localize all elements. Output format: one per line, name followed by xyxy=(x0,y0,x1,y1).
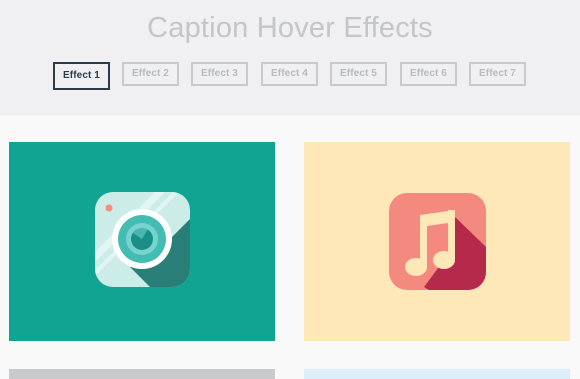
effect-tabs: Effect 1 Effect 2 Effect 3 Effect 4 Effe… xyxy=(0,62,580,90)
gallery-item-4[interactable] xyxy=(304,369,570,379)
gallery-item-music[interactable] xyxy=(304,142,570,341)
page-header: Caption Hover Effects Effect 1 Effect 2 … xyxy=(0,0,580,115)
tab-effect-5[interactable]: Effect 5 xyxy=(330,62,387,86)
tab-effect-1[interactable]: Effect 1 xyxy=(53,62,110,90)
camera-icon xyxy=(95,192,190,287)
gallery-item-3[interactable] xyxy=(9,369,275,379)
tab-effect-6[interactable]: Effect 6 xyxy=(400,62,457,86)
tab-effect-2[interactable]: Effect 2 xyxy=(122,62,179,86)
tab-effect-4[interactable]: Effect 4 xyxy=(261,62,318,86)
tab-effect-7[interactable]: Effect 7 xyxy=(469,62,526,86)
tab-effect-3[interactable]: Effect 3 xyxy=(191,62,248,86)
gallery-item-camera[interactable] xyxy=(9,142,275,341)
page-title: Caption Hover Effects xyxy=(147,12,433,44)
music-note-icon xyxy=(389,193,486,290)
